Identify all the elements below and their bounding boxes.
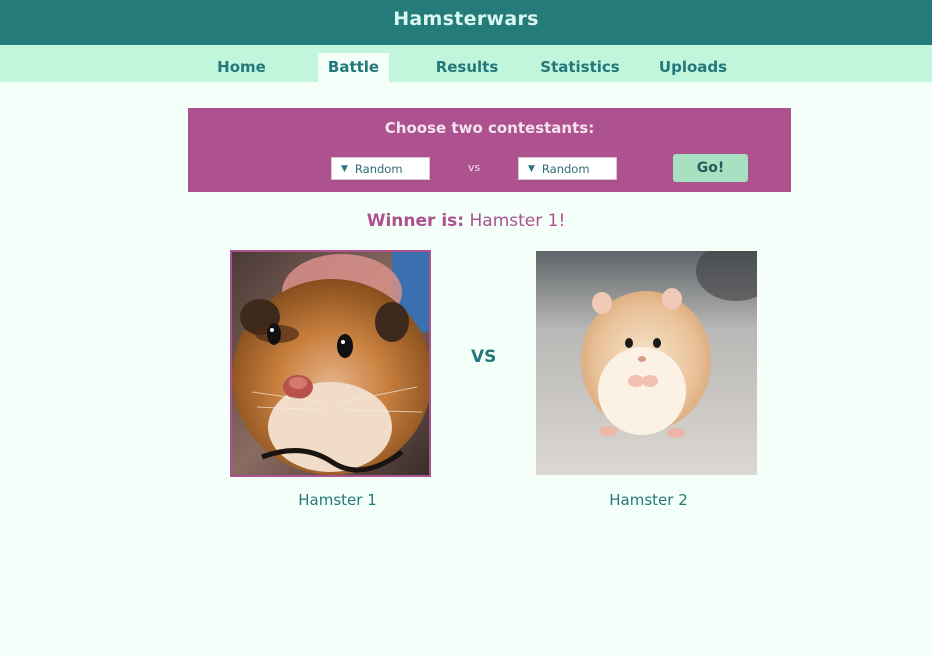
hamster-2-name: Hamster 2 bbox=[609, 491, 688, 509]
nav-item-results[interactable]: Results bbox=[428, 53, 506, 82]
winner-name: Hamster 1! bbox=[469, 211, 566, 231]
select-value: Random bbox=[541, 161, 590, 176]
select-value: Random bbox=[354, 161, 403, 176]
go-button[interactable]: Go! bbox=[673, 154, 748, 182]
nav-item-uploads[interactable]: Uploads bbox=[651, 53, 735, 82]
chooser-vs-label: vs bbox=[468, 161, 481, 174]
nav-bar: Home Battle Results Statistics Uploads bbox=[0, 45, 932, 82]
nav-item-label: Home bbox=[217, 57, 266, 76]
hamster-2-image bbox=[536, 251, 757, 475]
dropdown-arrow-icon: ▼ bbox=[341, 163, 348, 174]
nav-item-battle[interactable]: Battle bbox=[318, 53, 389, 82]
nav-item-home[interactable]: Home bbox=[203, 53, 280, 82]
contestant-chooser: Choose two contestants: ▼ Random vs ▼ Ra… bbox=[188, 108, 791, 192]
nav-item-label: Results bbox=[435, 57, 499, 76]
hamster-1-image bbox=[232, 252, 429, 475]
contestant-2-select[interactable]: ▼ Random bbox=[518, 157, 617, 180]
app-header: Hamsterwars bbox=[0, 0, 932, 45]
nav-item-label: Statistics bbox=[540, 57, 620, 76]
contestant-1-select[interactable]: ▼ Random bbox=[331, 157, 430, 180]
battle-vs-label: VS bbox=[471, 347, 497, 367]
chooser-title: Choose two contestants: bbox=[384, 119, 595, 137]
nav-item-label: Uploads bbox=[658, 57, 728, 76]
hamster-1-photo[interactable] bbox=[230, 250, 431, 477]
nav-item-statistics[interactable]: Statistics bbox=[536, 53, 624, 82]
winner-label: Winner is: bbox=[366, 211, 465, 231]
winner-announcement: Winner is: Hamster 1! bbox=[0, 211, 932, 231]
hamster-2-photo[interactable] bbox=[536, 251, 757, 475]
hamster-1-name: Hamster 1 bbox=[298, 491, 377, 509]
dropdown-arrow-icon: ▼ bbox=[528, 163, 535, 174]
app-title: Hamsterwars bbox=[393, 7, 539, 30]
nav-item-label: Battle bbox=[327, 57, 380, 76]
